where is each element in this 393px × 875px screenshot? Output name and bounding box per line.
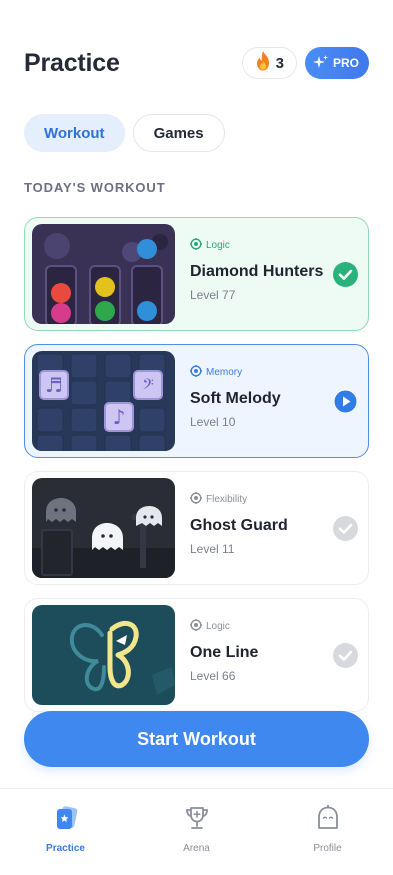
mode-switcher: Workout Games: [24, 114, 225, 152]
streak-badge[interactable]: 3: [241, 47, 297, 79]
category-tag: Logic: [190, 619, 258, 634]
workout-card-ghost-guard[interactable]: Flexibility Ghost Guard Level 11: [24, 471, 369, 585]
tab-workout[interactable]: Workout: [24, 114, 125, 152]
game-thumbnail: [32, 478, 175, 578]
card-info: Logic One Line Level 66: [190, 619, 258, 683]
pro-button[interactable]: PRO: [304, 47, 369, 79]
game-level: Level 11: [190, 542, 235, 556]
header: Practice 3 PRO: [24, 44, 369, 82]
check-circle-icon: [333, 643, 358, 668]
svg-text:𝄢: 𝄢: [142, 376, 154, 397]
game-name: Ghost Guard: [190, 517, 288, 534]
game-level: Level 77: [190, 288, 236, 302]
bottom-tab-bar: Practice Arena Profile: [0, 788, 393, 875]
check-circle-icon: [333, 516, 358, 541]
game-name: Diamond Hunters: [190, 263, 324, 280]
svg-text:♬: ♬: [45, 373, 63, 397]
target-icon: [190, 238, 202, 253]
game-level: Level 66: [190, 669, 236, 683]
cards-icon: [52, 804, 80, 837]
game-name: One Line: [190, 644, 259, 661]
tab-profile[interactable]: Profile: [262, 789, 393, 875]
game-level: Level 10: [190, 415, 236, 429]
pro-label: PRO: [332, 56, 359, 70]
game-name: Soft Melody: [190, 390, 281, 407]
tab-arena[interactable]: Arena: [131, 789, 262, 875]
tab-label-practice: Practice: [46, 843, 85, 854]
card-info: Logic Diamond Hunters Level 77: [190, 238, 323, 302]
workout-card-diamond-hunters[interactable]: Logic Diamond Hunters Level 77: [24, 217, 369, 331]
sparkle-icon: [312, 54, 329, 73]
card-info: Memory Soft Melody Level 10: [190, 365, 281, 429]
section-title: TODAY'S WORKOUT: [24, 180, 166, 195]
target-icon: [190, 619, 202, 634]
game-thumbnail: ♬ 𝄢 ♪: [32, 351, 175, 451]
category-tag: Memory: [190, 365, 281, 380]
category-label: Logic: [206, 621, 230, 632]
card-info: Flexibility Ghost Guard Level 11: [190, 492, 288, 556]
ghost-icon: [314, 804, 342, 837]
game-thumbnail: [32, 605, 175, 705]
workout-card-soft-melody[interactable]: ♬ 𝄢 ♪ Memory Soft Melody Level 10: [24, 344, 369, 458]
category-label: Flexibility: [206, 494, 248, 505]
workout-card-one-line[interactable]: Logic One Line Level 66: [24, 598, 369, 712]
tab-games[interactable]: Games: [132, 114, 225, 152]
category-tag: Logic: [190, 238, 323, 253]
header-actions: 3 PRO: [241, 47, 369, 79]
svg-text:♪: ♪: [113, 405, 126, 429]
target-icon: [190, 492, 202, 507]
tab-practice[interactable]: Practice: [0, 789, 131, 875]
game-thumbnail: [32, 224, 175, 324]
category-tag: Flexibility: [190, 492, 288, 507]
category-label: Memory: [206, 367, 243, 378]
flame-icon: [253, 50, 273, 76]
trophy-icon: [183, 804, 211, 837]
check-circle-icon: [333, 262, 358, 287]
streak-count: 3: [275, 54, 284, 72]
page-title: Practice: [24, 48, 120, 77]
target-icon: [190, 365, 202, 380]
start-workout-button[interactable]: Start Workout: [24, 711, 369, 767]
tab-label-arena: Arena: [183, 843, 210, 854]
category-label: Logic: [206, 240, 230, 251]
play-circle-icon[interactable]: [333, 389, 358, 414]
tab-label-profile: Profile: [313, 843, 342, 854]
